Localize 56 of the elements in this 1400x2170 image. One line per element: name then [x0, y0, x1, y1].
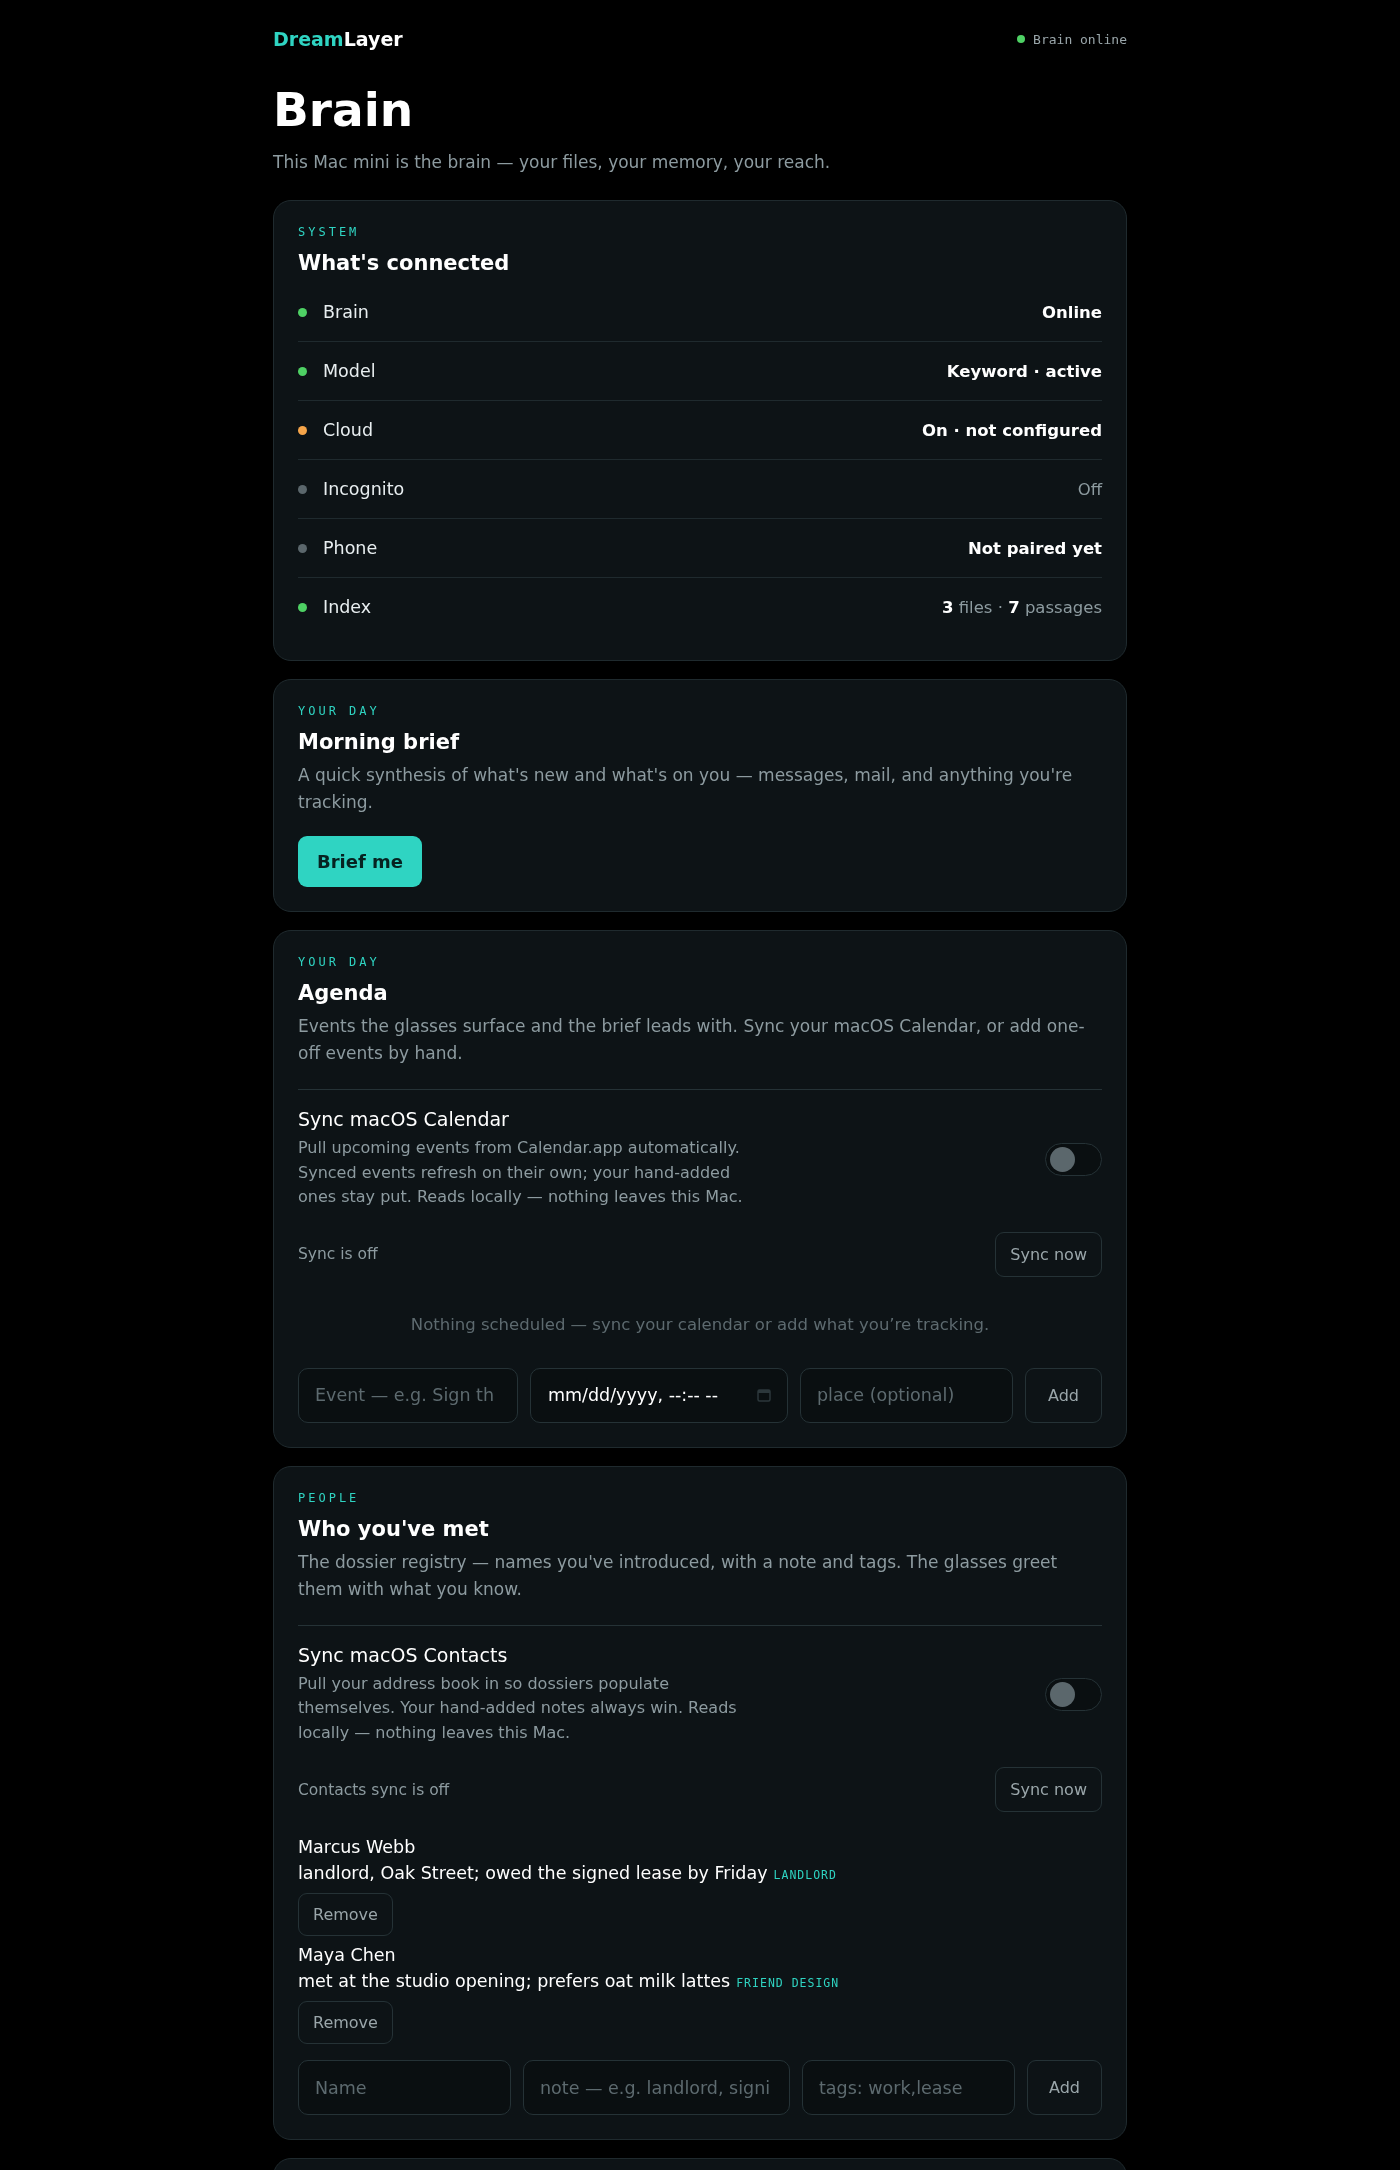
- sync-description: Pull your address book in so dossiers populate themselves. Your hand-added notes always win. Reads locally — nothing leaves this Mac.: [298, 1672, 738, 1744]
- page-title: Brain: [273, 82, 415, 139]
- add-button[interactable]: Add: [1027, 2060, 1102, 2116]
- service-name: Incognito: [323, 479, 406, 500]
- remove-button[interactable]: Remove: [298, 2001, 393, 2045]
- section-title: Morning brief: [298, 730, 461, 755]
- note-input[interactable]: note — e.g. landlord, signi: [523, 2060, 790, 2116]
- sync-now-button[interactable]: Sync now: [995, 1767, 1102, 1813]
- section-eyebrow: YOUR DAY: [298, 955, 381, 970]
- contact-name: Maya Chen: [298, 1944, 397, 1968]
- name-input[interactable]: Name: [298, 2060, 511, 2116]
- sync-description: Pull upcoming events from Calendar.app automatically. Synced events refresh on their own; your hand-added ones stay put. Reads locally — nothing leaves this Mac.: [298, 1137, 744, 1209]
- place-input[interactable]: place (optional): [800, 1367, 1013, 1423]
- section-description: A quick synthesis of what's new and what's on you — messages, mail, and anything you're tracking.: [298, 764, 1074, 815]
- event-input[interactable]: Event — e.g. Sign th: [298, 1367, 518, 1423]
- service-status: Keyword · active: [946, 361, 1102, 381]
- service-name: Phone: [323, 538, 379, 559]
- contact-note: met at the studio opening; prefers oat milk lattes: [298, 1971, 731, 1992]
- sync-status: Contacts sync is off: [298, 1780, 450, 1799]
- service-status: 3 files · 7 passages: [941, 597, 1102, 617]
- service-name: Cloud: [323, 420, 374, 441]
- toggle-switch[interactable]: [1045, 1142, 1102, 1176]
- service-status: Off: [1077, 479, 1102, 499]
- brief-me-button[interactable]: Brief me: [298, 836, 423, 888]
- service-status: Not paired yet: [967, 538, 1102, 558]
- contact-name: Marcus Webb: [298, 1836, 417, 1860]
- logo: DreamLayer: [273, 28, 403, 50]
- section-eyebrow: SYSTEM: [298, 225, 361, 240]
- sync-now-button[interactable]: Sync now: [995, 1231, 1102, 1277]
- sync-title: Sync macOS Contacts: [298, 1643, 509, 1666]
- service-name: Index: [323, 597, 373, 618]
- sync-status: Sync is off: [298, 1245, 378, 1264]
- contact-tags: FRIEND DESIGN: [736, 1976, 840, 1991]
- status-label: Brain online: [1033, 31, 1127, 47]
- section-description: The dossier registry — names you've introduced, with a note and tags. The glasses greet them with what you know.: [298, 1550, 1059, 1601]
- section-title: What's connected: [298, 251, 511, 276]
- service-name: Brain: [323, 302, 370, 323]
- contact-note: landlord, Oak Street; owed the signed lease by Friday: [298, 1863, 768, 1884]
- datetime-field[interactable]: mm/dd/yyyy, --:-- --: [530, 1367, 788, 1423]
- add-button[interactable]: Add: [1025, 1367, 1102, 1423]
- toggle-switch[interactable]: [1045, 1678, 1102, 1712]
- section-description: Events the glasses surface and the brief leads with. Sync your macOS Calendar, or add one-off events by hand.: [298, 1015, 1086, 1066]
- empty-message: Nothing scheduled — sync your calendar or add what you’re tracking.: [409, 1314, 991, 1334]
- page-subtitle: This Mac mini is the brain — your files, your memory, your reach.: [273, 152, 832, 173]
- contact-tags: LANDLORD: [773, 1868, 837, 1883]
- service-status: Online: [1041, 302, 1102, 322]
- sync-title: Sync macOS Calendar: [298, 1108, 510, 1131]
- section-eyebrow: YOUR DAY: [298, 704, 381, 719]
- remove-button[interactable]: Remove: [298, 1893, 393, 1937]
- section-eyebrow: PEOPLE: [298, 1490, 361, 1505]
- tags-input[interactable]: tags: work,lease: [802, 2060, 1015, 2116]
- section-title: Who you've met: [298, 1516, 490, 1541]
- service-status: On · not configured: [921, 420, 1102, 440]
- section-title: Agenda: [298, 981, 389, 1006]
- calendar-icon: [757, 1388, 771, 1403]
- service-name: Model: [323, 361, 377, 382]
